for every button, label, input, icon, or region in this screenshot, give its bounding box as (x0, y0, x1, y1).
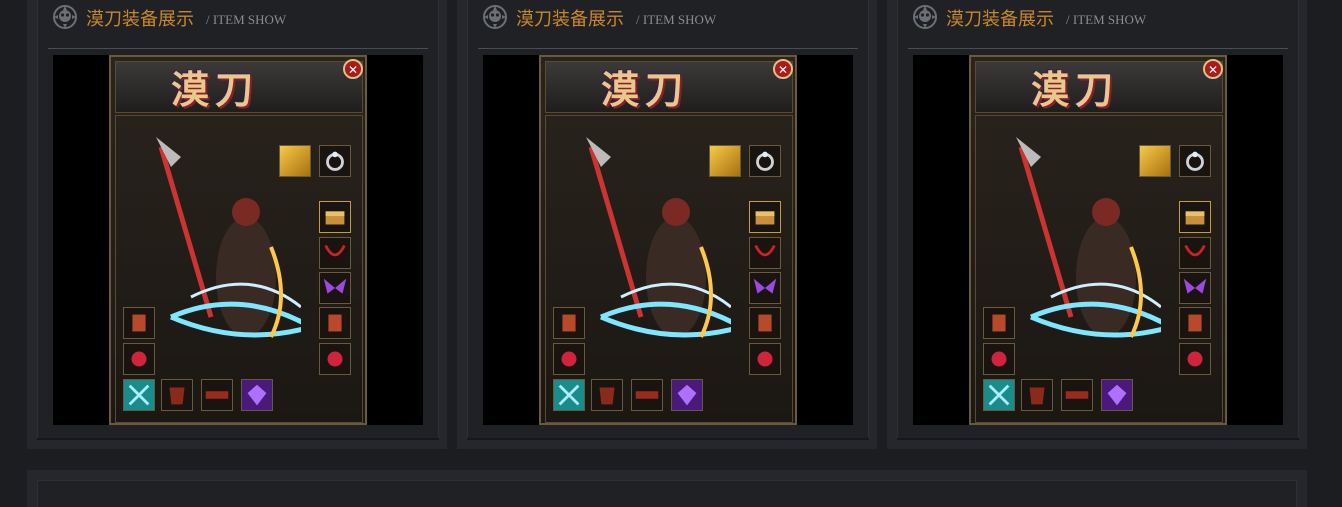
panel-subtitle: / ITEM SHOW (636, 12, 717, 27)
ring-icon[interactable] (319, 145, 351, 177)
panel-title: 漠刀装备展示 (516, 9, 624, 30)
skull-emblem-icon (913, 5, 937, 29)
header-divider (908, 48, 1288, 49)
ring-icon[interactable] (749, 145, 781, 177)
header-divider (478, 48, 858, 49)
game-logo: 漠刀 (601, 67, 690, 112)
panel-subtitle: / ITEM SHOW (206, 12, 287, 27)
next-section-body (37, 480, 1297, 507)
skull-emblem-icon (53, 5, 77, 29)
panel-header: 漠刀装备展示 / ITEM SHOW (898, 0, 1298, 48)
red-necklace-icon[interactable] (749, 237, 781, 269)
panel-title: 漠刀装备展示 (946, 9, 1054, 30)
panel-subtitle: / ITEM SHOW (1066, 12, 1147, 27)
medal-icon[interactable] (709, 145, 741, 177)
left-ring-icon[interactable] (553, 343, 585, 375)
close-icon[interactable]: ✕ (1203, 59, 1223, 79)
panel-title: 漠刀装备展示 (86, 9, 194, 30)
treasure-chest-icon[interactable] (1179, 201, 1211, 233)
game-logo: 漠刀 (171, 67, 260, 112)
treasure-chest-icon[interactable] (319, 201, 351, 233)
panel-header: 漠刀装备展示 / ITEM SHOW (38, 0, 438, 48)
next-section-panel (27, 470, 1307, 507)
panel-body: 漠刀装备展示 / ITEM SHOW 漠刀 ✕ (897, 0, 1299, 438)
armor-icon[interactable] (1021, 379, 1053, 411)
cyan-sword-icon[interactable] (983, 379, 1015, 411)
item-screenshot: 漠刀 ✕ (53, 55, 423, 425)
treasure-chest-icon[interactable] (749, 201, 781, 233)
panel-body: 漠刀装备展示 / ITEM SHOW 漠刀 ✕ (467, 0, 869, 438)
armor-icon[interactable] (591, 379, 623, 411)
panel-body: 漠刀装备展示 / ITEM SHOW 漠刀 ✕ (37, 0, 439, 438)
purple-wings-icon[interactable] (319, 272, 351, 304)
close-icon[interactable]: ✕ (343, 59, 363, 79)
medal-icon[interactable] (1139, 145, 1171, 177)
purple-gem-icon[interactable] (671, 379, 703, 411)
belt-icon[interactable] (1061, 379, 1093, 411)
equipment-window: 漠刀 ✕ (109, 55, 367, 425)
right-ring-icon[interactable] (1179, 343, 1211, 375)
item-screenshot: 漠刀 ✕ (913, 55, 1283, 425)
game-logo: 漠刀 (1031, 67, 1120, 112)
red-necklace-icon[interactable] (319, 237, 351, 269)
belt-icon[interactable] (201, 379, 233, 411)
close-icon[interactable]: ✕ (773, 59, 793, 79)
right-ring-icon[interactable] (319, 343, 351, 375)
skull-emblem-icon (483, 5, 507, 29)
item-show-panel-2: 漠刀装备展示 / ITEM SHOW 漠刀 ✕ (457, 0, 877, 449)
ring-icon[interactable] (1179, 145, 1211, 177)
equipment-window: 漠刀 ✕ (969, 55, 1227, 425)
left-bracer-icon[interactable] (553, 307, 585, 339)
armor-icon[interactable] (161, 379, 193, 411)
red-necklace-icon[interactable] (1179, 237, 1211, 269)
belt-icon[interactable] (631, 379, 663, 411)
left-ring-icon[interactable] (123, 343, 155, 375)
cyan-sword-icon[interactable] (123, 379, 155, 411)
item-show-panel-1: 漠刀装备展示 / ITEM SHOW 漠刀 ✕ (27, 0, 447, 449)
purple-gem-icon[interactable] (241, 379, 273, 411)
panel-header: 漠刀装备展示 / ITEM SHOW (468, 0, 868, 48)
item-screenshot: 漠刀 ✕ (483, 55, 853, 425)
purple-wings-icon[interactable] (1179, 272, 1211, 304)
purple-wings-icon[interactable] (749, 272, 781, 304)
item-show-panel-3: 漠刀装备展示 / ITEM SHOW 漠刀 ✕ (887, 0, 1307, 449)
header-divider (48, 48, 428, 49)
right-bracer-icon[interactable] (749, 307, 781, 339)
equipment-window: 漠刀 ✕ (539, 55, 797, 425)
left-bracer-icon[interactable] (123, 307, 155, 339)
cyan-sword-icon[interactable] (553, 379, 585, 411)
right-ring-icon[interactable] (749, 343, 781, 375)
left-bracer-icon[interactable] (983, 307, 1015, 339)
left-ring-icon[interactable] (983, 343, 1015, 375)
right-bracer-icon[interactable] (319, 307, 351, 339)
purple-gem-icon[interactable] (1101, 379, 1133, 411)
right-bracer-icon[interactable] (1179, 307, 1211, 339)
medal-icon[interactable] (279, 145, 311, 177)
